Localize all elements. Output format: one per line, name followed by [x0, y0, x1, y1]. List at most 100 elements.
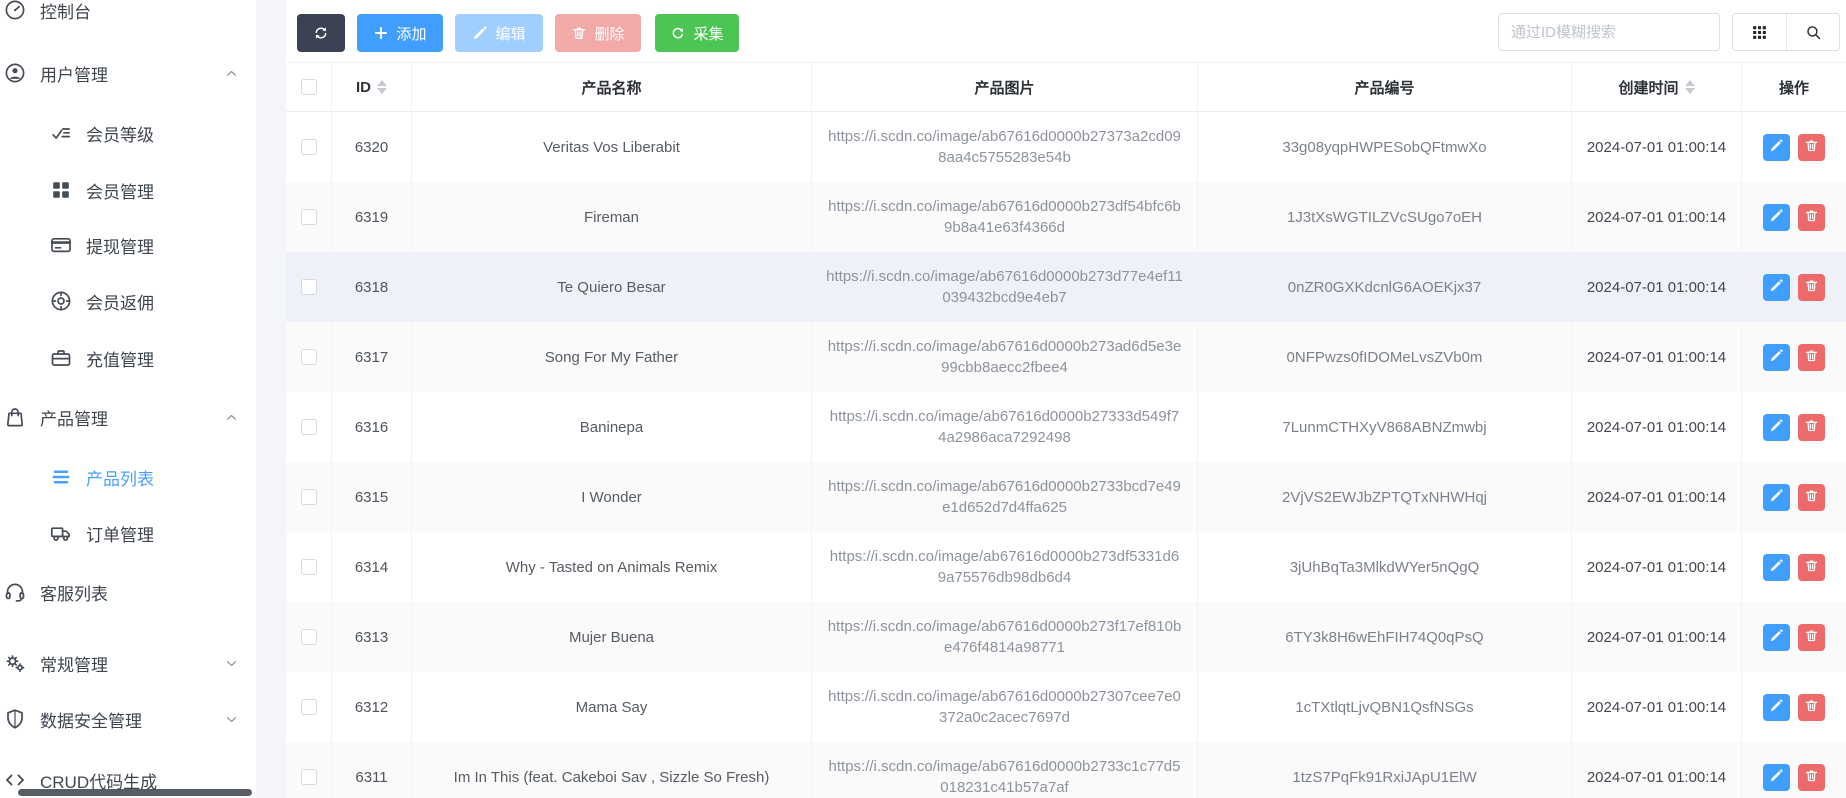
row-edit-button[interactable] [1763, 344, 1790, 371]
cell-product-image-url: https://i.scdn.co/image/ab67616d0000b273… [812, 756, 1197, 798]
code-icon [2, 767, 28, 793]
header-label: 产品名称 [581, 77, 641, 98]
row-checkbox[interactable] [301, 559, 317, 575]
collect-button[interactable]: 采集 [655, 14, 739, 52]
cell-actions [1742, 532, 1846, 602]
row-delete-button[interactable] [1798, 274, 1825, 301]
trash-icon [1804, 698, 1819, 716]
table-row[interactable]: 6312Mama Sayhttps://i.scdn.co/image/ab67… [286, 672, 1846, 742]
sidebar-item-label: 客服列表 [40, 580, 108, 605]
sidebar-item-member-level[interactable]: 会员等级 [0, 113, 256, 153]
row-edit-button[interactable] [1763, 764, 1790, 791]
row-edit-button[interactable] [1763, 484, 1790, 511]
table-row[interactable]: 6314Why - Tasted on Animals Remixhttps:/… [286, 532, 1846, 602]
row-checkbox[interactable] [301, 279, 317, 295]
refresh-button[interactable] [297, 14, 345, 52]
row-delete-button[interactable] [1798, 344, 1825, 371]
add-button[interactable]: 添加 [357, 14, 443, 52]
sidebar-item-crud-generator[interactable]: CRUD代码生成 [0, 760, 256, 798]
sidebar-item-data-security-management[interactable]: 数据安全管理 [0, 699, 256, 739]
header-cell-created[interactable]: 创建时间 [1572, 63, 1742, 111]
trash-icon [1804, 348, 1819, 366]
bank-card-icon [48, 232, 74, 258]
row-delete-button[interactable] [1798, 694, 1825, 721]
header-cell-image: 产品图片 [812, 63, 1198, 111]
sidebar-item-label: 用户管理 [40, 61, 108, 86]
grid-view-button[interactable] [1733, 14, 1786, 50]
cell-created-time: 2024-07-01 01:00:14 [1572, 182, 1742, 252]
table-row[interactable]: 6311Im In This (feat. Cakeboi Sav , Sizz… [286, 742, 1846, 798]
add-button-label: 添加 [396, 23, 426, 44]
table-row[interactable]: 6316Baninepahttps://i.scdn.co/image/ab67… [286, 392, 1846, 462]
sidebar-item-general-management[interactable]: 常规管理 [0, 643, 256, 683]
row-edit-button[interactable] [1763, 694, 1790, 721]
cell-id: 6318 [332, 252, 412, 322]
row-edit-button[interactable] [1763, 624, 1790, 651]
table-row[interactable]: 6317Song For My Fatherhttps://i.scdn.co/… [286, 322, 1846, 392]
sidebar-item-product-list[interactable]: 产品列表 [0, 457, 256, 497]
table-body: 6320Veritas Vos Liberabithttps://i.scdn.… [286, 112, 1846, 798]
cell-product-code: 1tzS7PqFk91RxiJApU1ElW [1198, 742, 1572, 798]
trash-icon [1804, 488, 1819, 506]
row-checkbox[interactable] [301, 349, 317, 365]
cell-created-time: 2024-07-01 01:00:14 [1572, 112, 1742, 182]
search-button[interactable] [1786, 14, 1839, 50]
table-row[interactable]: 6319Firemanhttps://i.scdn.co/image/ab676… [286, 182, 1846, 252]
row-delete-button[interactable] [1798, 134, 1825, 161]
sidebar-item-member-commission[interactable]: 会员返佣 [0, 281, 256, 321]
cell-actions [1742, 182, 1846, 252]
row-delete-button[interactable] [1798, 554, 1825, 581]
pencil-icon [1769, 558, 1784, 576]
sidebar-item-recharge-management[interactable]: 充值管理 [0, 338, 256, 378]
row-delete-button[interactable] [1798, 484, 1825, 511]
sidebar-item-console[interactable]: 控制台 [0, 0, 256, 30]
row-edit-button[interactable] [1763, 204, 1790, 231]
table-row[interactable]: 6318Te Quiero Besarhttps://i.scdn.co/ima… [286, 252, 1846, 322]
search-input[interactable] [1498, 13, 1720, 51]
row-delete-button[interactable] [1798, 204, 1825, 231]
trash-icon [1804, 628, 1819, 646]
sidebar-content-gutter [256, 0, 286, 798]
cell-product-code: 0nZR0GXKdcnlG6AOEKjx37 [1198, 252, 1572, 322]
row-checkbox[interactable] [301, 209, 317, 225]
row-checkbox[interactable] [301, 699, 317, 715]
row-checkbox[interactable] [301, 769, 317, 785]
cell-product-code: 33g08yqpHWPESobQFtmwXo [1198, 112, 1572, 182]
select-all-checkbox[interactable] [301, 79, 317, 95]
edit-button[interactable]: 编辑 [455, 14, 543, 52]
row-edit-button[interactable] [1763, 414, 1790, 441]
row-checkbox[interactable] [301, 139, 317, 155]
cell-product-image-url: https://i.scdn.co/image/ab67616d0000b273… [812, 406, 1197, 448]
row-checkbox[interactable] [301, 629, 317, 645]
sidebar-item-product-management[interactable]: 产品管理 [0, 397, 256, 437]
row-checkbox[interactable] [301, 419, 317, 435]
sidebar-item-user-management[interactable]: 用户管理 [0, 53, 256, 93]
sidebar-item-label: 会员等级 [86, 121, 154, 146]
cell-product-code: 2VjVS2EWJbZPTQTxNHWHqj [1198, 462, 1572, 532]
sidebar-item-order-management[interactable]: 订单管理 [0, 513, 256, 553]
sidebar-item-label: 提现管理 [86, 233, 154, 258]
row-checkbox[interactable] [301, 489, 317, 505]
row-edit-button[interactable] [1763, 134, 1790, 161]
row-edit-button[interactable] [1763, 274, 1790, 301]
collect-arrow-icon [670, 25, 686, 41]
chevron-up-icon [223, 65, 240, 82]
table-row[interactable]: 6315I Wonderhttps://i.scdn.co/image/ab67… [286, 462, 1846, 532]
delete-button[interactable]: 删除 [555, 14, 641, 52]
table-row[interactable]: 6320Veritas Vos Liberabithttps://i.scdn.… [286, 112, 1846, 182]
row-delete-button[interactable] [1798, 414, 1825, 441]
row-delete-button[interactable] [1798, 624, 1825, 651]
sidebar-item-customer-service-list[interactable]: 客服列表 [0, 572, 256, 612]
sidebar-item-withdrawal-management[interactable]: 提现管理 [0, 225, 256, 265]
trash-icon [1804, 558, 1819, 576]
cell-id: 6312 [332, 672, 412, 742]
row-delete-button[interactable] [1798, 764, 1825, 791]
sidebar-item-member-management[interactable]: 会员管理 [0, 170, 256, 210]
header-cell-id[interactable]: ID [332, 63, 412, 111]
shield-icon [2, 706, 28, 732]
pencil-icon [1769, 628, 1784, 646]
table-row[interactable]: 6313Mujer Buenahttps://i.scdn.co/image/a… [286, 602, 1846, 672]
cell-product-name: Song For My Father [412, 322, 812, 392]
row-edit-button[interactable] [1763, 554, 1790, 581]
cell-product-image-url: https://i.scdn.co/image/ab67616d0000b273… [812, 336, 1197, 378]
